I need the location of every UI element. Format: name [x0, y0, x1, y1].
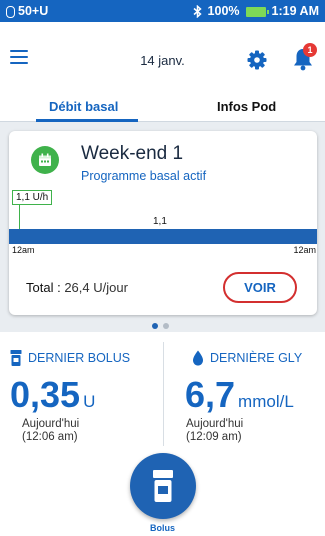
pod-status-icon [6, 6, 15, 18]
dashboard-summary: DERNIER BOLUS 0,35 U Aujourd'hui (12:06 a… [0, 332, 325, 536]
insulin-vial-icon [153, 470, 173, 502]
last-glucose-title: DERNIÈRE GLY [210, 351, 303, 365]
bluetooth-icon [193, 4, 202, 18]
basal-card-carousel[interactable]: Week-end 1 Programme basal actif 1,1 U/h… [0, 122, 325, 332]
daily-total-label: Total : [26, 280, 61, 295]
last-bolus-header: DERNIER BOLUS [10, 350, 130, 366]
axis-start-label: 12am [12, 245, 35, 255]
last-glucose-clock: (12:09 am) [186, 431, 242, 443]
pager-dots [152, 323, 169, 329]
last-glucose-header: DERNIÈRE GLY [192, 350, 302, 366]
status-left: 50+U [6, 4, 48, 18]
notification-badge: 1 [303, 43, 317, 57]
status-right: 100% 1:19 AM [193, 4, 319, 18]
basal-segment-label: 1,1 [153, 216, 167, 227]
insulin-vial-icon [10, 350, 22, 366]
pager-dot[interactable] [152, 323, 158, 329]
view-button[interactable]: VOIR [223, 272, 297, 303]
battery-icon [245, 7, 269, 17]
header-date: 14 janv. [140, 53, 185, 68]
current-time-marker [19, 205, 20, 229]
basal-program-card: Week-end 1 Programme basal actif 1,1 U/h… [9, 131, 317, 315]
status-time: 1:19 AM [271, 4, 319, 18]
program-status: Programme basal actif [81, 169, 207, 183]
app-header: 14 janv. 1 [0, 22, 325, 90]
blood-drop-icon [193, 350, 203, 366]
axis-end-label: 12am [293, 245, 316, 255]
last-bolus-value: 0,35 [10, 374, 81, 415]
last-bolus-amount: 0,35 U [10, 374, 95, 416]
current-rate-label: 1,1 U/h [12, 190, 53, 205]
pager-dot[interactable] [163, 323, 169, 329]
tab-pod-info[interactable]: Infos Pod [217, 99, 276, 114]
bolus-button[interactable] [130, 453, 196, 519]
tab-basal-rate[interactable]: Débit basal [49, 99, 118, 114]
last-glucose-unit: mmol/L [238, 392, 294, 411]
last-bolus-day: Aujourd'hui [22, 418, 80, 430]
bolus-button-label: Bolus [149, 523, 175, 533]
last-bolus-title: DERNIER BOLUS [28, 351, 131, 365]
calendar-icon [31, 146, 59, 174]
program-name: Week-end 1 [81, 143, 184, 164]
last-glucose-time: Aujourd'hui (12:09 am) [186, 418, 243, 444]
last-bolus-time: Aujourd'hui (12:06 am) [22, 418, 79, 444]
last-bolus-unit: U [83, 392, 96, 411]
tab-bar: Débit basal Infos Pod [0, 90, 325, 122]
daily-total: Total : 26,4 U/jour [26, 280, 128, 295]
last-bolus-clock: (12:06 am) [22, 431, 78, 443]
last-glucose-day: Aujourd'hui [186, 418, 244, 430]
basal-rate-bar [9, 229, 317, 244]
status-carrier: 50+U [18, 4, 49, 18]
last-glucose-value: 6,7 [185, 374, 236, 415]
daily-total-value: 26,4 U/jour [64, 280, 128, 295]
gear-icon[interactable] [247, 50, 267, 70]
last-glucose-amount: 6,7 mmol/L [185, 374, 294, 416]
summary-divider [163, 342, 164, 446]
status-bar: 50+U 100% 1:19 AM [0, 0, 325, 22]
battery-percent: 100% [207, 4, 240, 18]
